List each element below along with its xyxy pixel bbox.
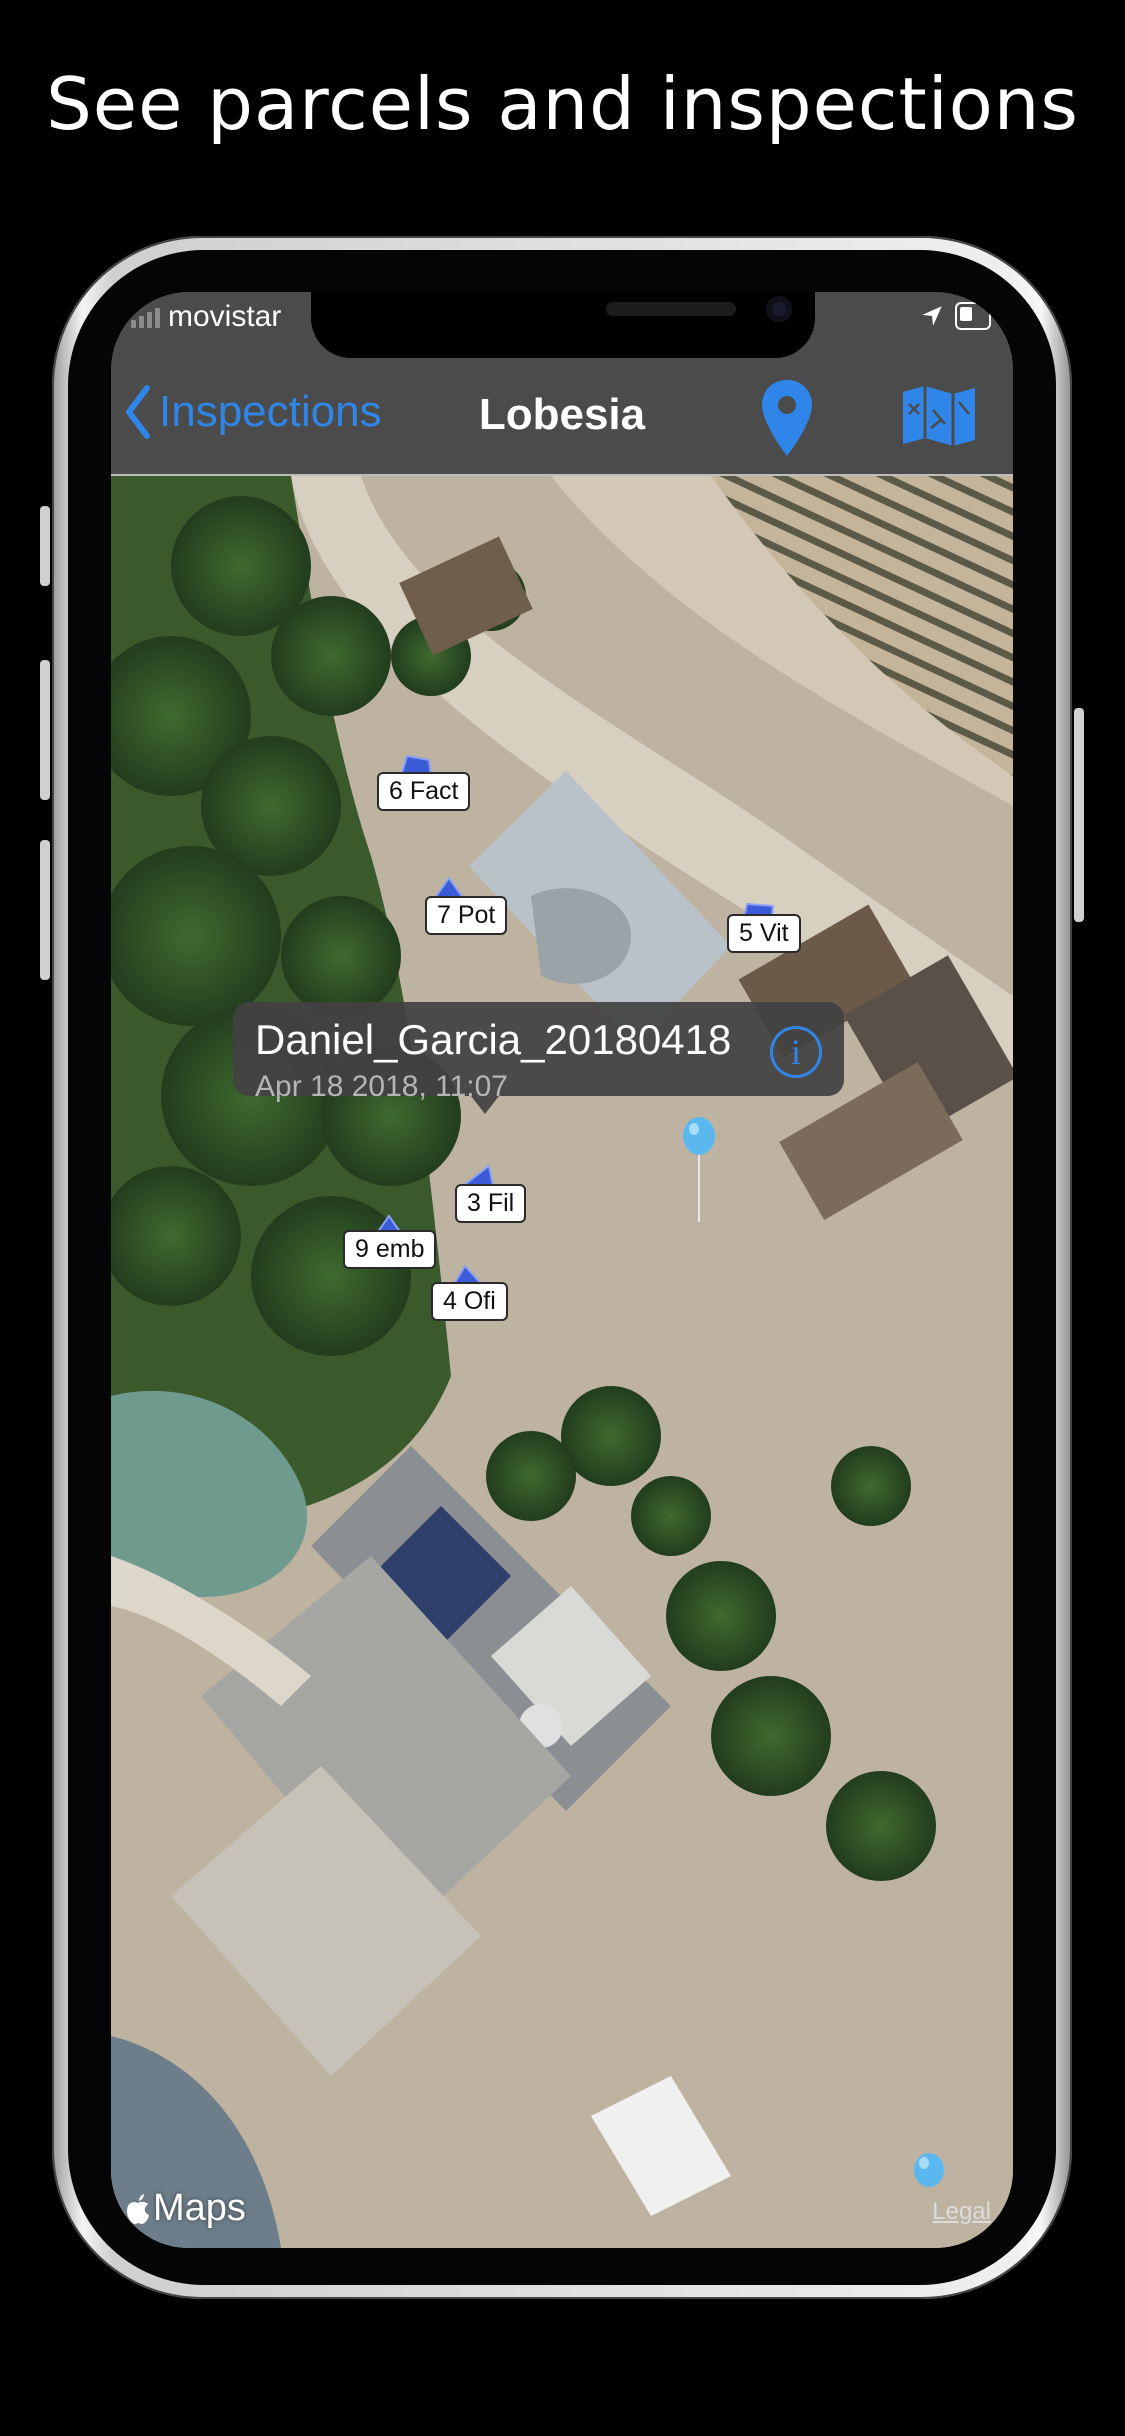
carrier-name: movistar — [168, 300, 282, 333]
maps-label: Maps — [153, 2187, 246, 2229]
location-pin-icon[interactable] — [759, 378, 815, 458]
parcel-label-3[interactable]: 3 Fil — [455, 1184, 527, 1223]
headline: See parcels and inspections — [46, 62, 1079, 146]
map-icon[interactable] — [901, 384, 977, 448]
carrier-indicator: movistar — [131, 300, 281, 334]
parcel-label-6[interactable]: 6 Fact — [377, 772, 471, 811]
callout-pointer — [471, 1096, 499, 1114]
inspection-pin-icon[interactable] — [679, 1116, 719, 1226]
notch — [311, 292, 815, 358]
phone-screen: movistar Inspections Lobesia 6 Fact 7 Po… — [111, 292, 1013, 2248]
location-dot-icon — [914, 2153, 944, 2187]
battery-icon — [955, 302, 991, 330]
status-bar: movistar — [111, 292, 1013, 362]
signal-icon — [131, 306, 160, 328]
info-icon[interactable]: i — [770, 1026, 822, 1078]
parcel-label-7[interactable]: 7 Pot — [425, 896, 508, 935]
power-button — [1074, 708, 1084, 922]
speaker-grille — [606, 302, 736, 316]
maps-attribution: Maps — [125, 2187, 246, 2230]
location-arrow-icon — [922, 306, 942, 326]
volume-down-button — [40, 840, 50, 980]
navigation-bar: Inspections Lobesia — [111, 362, 1013, 476]
satellite-map[interactable]: 6 Fact 7 Pot 5 Vit 3 Fil 9 emb 4 Ofi Dan… — [111, 476, 1013, 2248]
callout-title: Daniel_Garcia_20180418 — [255, 1016, 732, 1063]
parcel-label-9[interactable]: 9 emb — [343, 1230, 437, 1269]
mute-switch — [40, 506, 50, 586]
front-camera — [766, 296, 792, 322]
parcel-label-5[interactable]: 5 Vit — [727, 914, 801, 953]
inspection-callout[interactable]: Daniel_Garcia_20180418 Apr 18 2018, 11:0… — [233, 1002, 844, 1114]
apple-logo-icon — [127, 2193, 149, 2224]
volume-up-button — [40, 660, 50, 800]
legal-link[interactable]: Legal — [932, 2198, 991, 2226]
status-icons — [919, 302, 991, 330]
satellite-imagery — [111, 476, 1013, 2248]
page-title: Lobesia — [478, 390, 646, 439]
parcel-label-4[interactable]: 4 Ofi — [431, 1282, 508, 1321]
